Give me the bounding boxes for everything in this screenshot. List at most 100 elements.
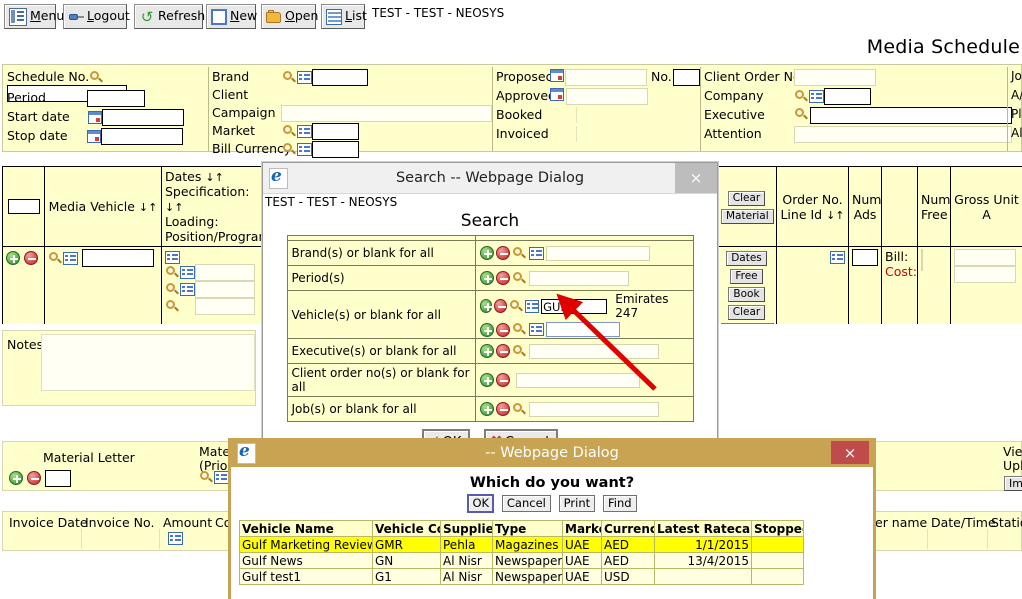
list-picker-icon[interactable] — [297, 143, 312, 156]
find-button[interactable]: Find — [602, 495, 637, 512]
book-button[interactable]: Book — [728, 287, 765, 302]
remove-period-icon[interactable] — [495, 271, 510, 285]
client-order-no-input[interactable] — [794, 69, 876, 86]
new-button[interactable]: New — [206, 4, 257, 29]
search-icon[interactable] — [794, 89, 809, 104]
col-currency[interactable]: Currency — [601, 520, 655, 537]
search-icon[interactable] — [89, 70, 104, 85]
material-letter-input[interactable] — [45, 470, 71, 487]
col-vehicle-code[interactable]: Vehicle Code — [372, 520, 441, 537]
client-order-search-input[interactable] — [515, 372, 640, 388]
media-vehicle-input[interactable] — [81, 249, 154, 267]
calendar-icon[interactable] — [550, 88, 564, 101]
search-icon[interactable] — [512, 344, 527, 359]
add-client-order-icon[interactable] — [479, 373, 494, 387]
remove-vehicle-icon[interactable] — [494, 299, 508, 313]
free-button[interactable]: Free — [730, 269, 763, 284]
material-button[interactable]: Material — [721, 208, 774, 224]
remove-executive-icon[interactable] — [495, 344, 510, 358]
remove-row-icon[interactable] — [23, 250, 38, 265]
grid-head-media-vehicle[interactable]: Media Vehicle ↓↑ — [44, 166, 162, 247]
add-material-icon[interactable] — [9, 471, 23, 485]
market-input[interactable] — [312, 123, 359, 140]
col-stopped[interactable]: Stopped — [751, 520, 804, 537]
brand-search-input[interactable] — [545, 245, 650, 261]
vehicle-search-input[interactable]: GULF — [541, 298, 608, 314]
list-picker-icon[interactable] — [809, 90, 824, 103]
list-picker-icon[interactable] — [214, 471, 229, 484]
search-icon[interactable] — [282, 124, 297, 139]
list-picker-icon[interactable] — [180, 283, 195, 296]
search-icon[interactable] — [512, 246, 527, 261]
col-supplier[interactable]: Supplier — [440, 520, 493, 537]
add-period-icon[interactable] — [479, 271, 494, 285]
search-icon[interactable] — [794, 107, 809, 122]
list-picker-icon[interactable] — [168, 532, 183, 545]
search-icon[interactable] — [282, 70, 297, 85]
list-picker-icon[interactable] — [297, 125, 312, 138]
vehicle-search-input-2[interactable] — [545, 322, 620, 337]
brand-input[interactable] — [312, 69, 368, 86]
approved-input[interactable] — [566, 88, 648, 105]
ok-button[interactable]: OK — [467, 494, 495, 513]
add-row-icon[interactable] — [6, 250, 20, 265]
campaign-input[interactable] — [281, 105, 492, 122]
col-latest-ratecard[interactable]: Latest Ratecard — [654, 520, 752, 537]
sort-icon[interactable]: ↓↑ — [205, 171, 223, 184]
add-job-icon[interactable] — [479, 402, 494, 416]
executive-search-input[interactable] — [528, 343, 659, 359]
company-input[interactable] — [824, 88, 871, 105]
period-input[interactable] — [86, 90, 145, 107]
remove-material-icon[interactable] — [27, 471, 41, 485]
material-row-button[interactable]: Material — [721, 323, 774, 324]
add-vehicle-icon[interactable] — [479, 299, 493, 313]
add-executive-icon[interactable] — [479, 344, 494, 358]
close-icon[interactable]: × — [675, 163, 717, 193]
remove-client-order-icon[interactable] — [495, 373, 510, 387]
remove-job-icon[interactable] — [495, 402, 510, 416]
attention-input[interactable] — [794, 126, 1012, 143]
clear-button[interactable]: Clear — [727, 190, 766, 206]
menu-button[interactable]: Menu — [4, 4, 64, 29]
open-button[interactable]: Open — [261, 4, 318, 29]
add-brand-icon[interactable] — [479, 246, 494, 260]
list-picker-icon[interactable] — [180, 266, 195, 279]
col-market[interactable]: Market — [562, 520, 602, 537]
result-dialog[interactable]: -- Webpage Dialog × Which do you want? O… — [228, 438, 876, 599]
sort-icon[interactable]: ↓↑ — [165, 201, 183, 214]
search-icon[interactable] — [199, 470, 214, 485]
search-icon[interactable] — [512, 322, 527, 337]
period-search-input[interactable] — [528, 270, 629, 286]
remove-vehicle-icon-2[interactable] — [495, 322, 510, 337]
no-input[interactable] — [673, 69, 700, 86]
logout-button[interactable]: Logout — [63, 4, 130, 29]
image-button[interactable]: Imag — [1004, 476, 1022, 491]
list-picker-icon[interactable] — [830, 251, 845, 264]
list-picker-icon[interactable] — [528, 246, 544, 260]
search-icon[interactable] — [282, 142, 297, 157]
list-picker-icon[interactable] — [165, 251, 180, 264]
job-search-input[interactable] — [528, 401, 659, 417]
start-date-input[interactable] — [101, 109, 184, 126]
calendar-icon[interactable] — [86, 130, 101, 143]
search-icon[interactable] — [509, 299, 523, 314]
sort-icon[interactable]: ↓↑ — [826, 209, 844, 222]
refresh-button[interactable]: ↺ Refresh — [134, 4, 205, 29]
notes-input[interactable] — [41, 334, 255, 391]
clear-row-button[interactable]: Clear — [727, 305, 766, 320]
bill-currency-input[interactable] — [312, 141, 359, 158]
calendar-icon[interactable] — [87, 111, 102, 124]
print-button[interactable]: Print — [558, 495, 596, 512]
col-type[interactable]: Type — [492, 520, 563, 537]
add-vehicle-icon-2[interactable] — [479, 322, 494, 337]
sort-icon[interactable]: ↓↑ — [139, 201, 157, 214]
remove-brand-icon[interactable] — [495, 246, 510, 260]
list-button[interactable]: List — [321, 4, 367, 29]
calendar-icon[interactable] — [550, 69, 564, 82]
cancel-button[interactable]: Cancel — [501, 495, 551, 512]
search-icon[interactable] — [165, 282, 180, 297]
search-icon[interactable] — [165, 299, 180, 314]
table-row[interactable]: Gulf test1 G1 Al Nisr Newspapers UAE USD — [239, 568, 804, 585]
table-row[interactable]: Gulf Marketing Review GMR Pehla Magazine… — [239, 536, 804, 553]
close-icon[interactable]: × — [831, 441, 869, 464]
